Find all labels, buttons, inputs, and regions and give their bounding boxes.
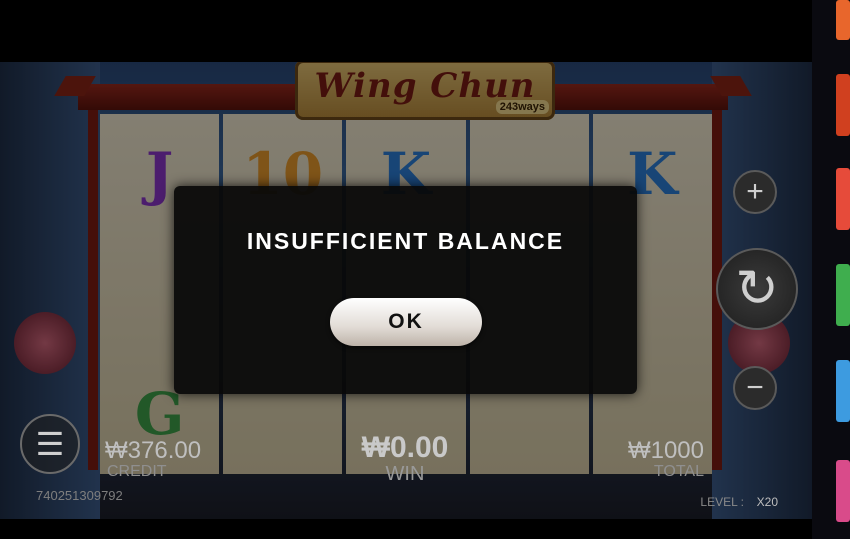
session-id: 740251309792	[36, 488, 123, 503]
bottom-black-bar	[0, 519, 812, 539]
game-thumbnail[interactable]	[836, 460, 850, 522]
game-thumbnail[interactable]	[836, 360, 850, 422]
level-value: X20	[756, 495, 778, 509]
decrease-bet-button[interactable]: −	[733, 366, 777, 410]
level-label: LEVEL :	[700, 495, 744, 509]
ok-button[interactable]: OK	[330, 298, 482, 346]
credit-label: CREDIT	[107, 463, 167, 480]
minus-icon: −	[746, 371, 764, 404]
win-label: WIN	[385, 463, 425, 485]
dialog-message: INSUFFICIENT BALANCE	[246, 228, 565, 254]
game-thumbnail[interactable]	[836, 74, 850, 136]
total-bet-label: TOTAL	[653, 463, 704, 480]
game-thumbnail[interactable]	[836, 0, 850, 40]
game-thumbnail[interactable]	[836, 264, 850, 326]
increase-bet-button[interactable]: +	[733, 170, 777, 214]
stats-panel: ₩376.00 CREDIT ₩0.00 WIN ₩1000 TOTAL 740…	[0, 427, 812, 519]
plus-icon: +	[746, 175, 764, 208]
win-value: ₩0.00	[361, 431, 449, 464]
spin-button[interactable]: ↻	[716, 248, 798, 330]
insufficient-balance-dialog: INSUFFICIENT BALANCE OK	[174, 186, 637, 394]
total-bet-value: ₩1000	[627, 437, 704, 464]
game-thumbnail[interactable]	[836, 168, 850, 230]
top-black-bar	[0, 0, 812, 62]
refresh-icon: ↻	[735, 260, 779, 318]
credit-value: ₩376.00	[105, 437, 202, 464]
